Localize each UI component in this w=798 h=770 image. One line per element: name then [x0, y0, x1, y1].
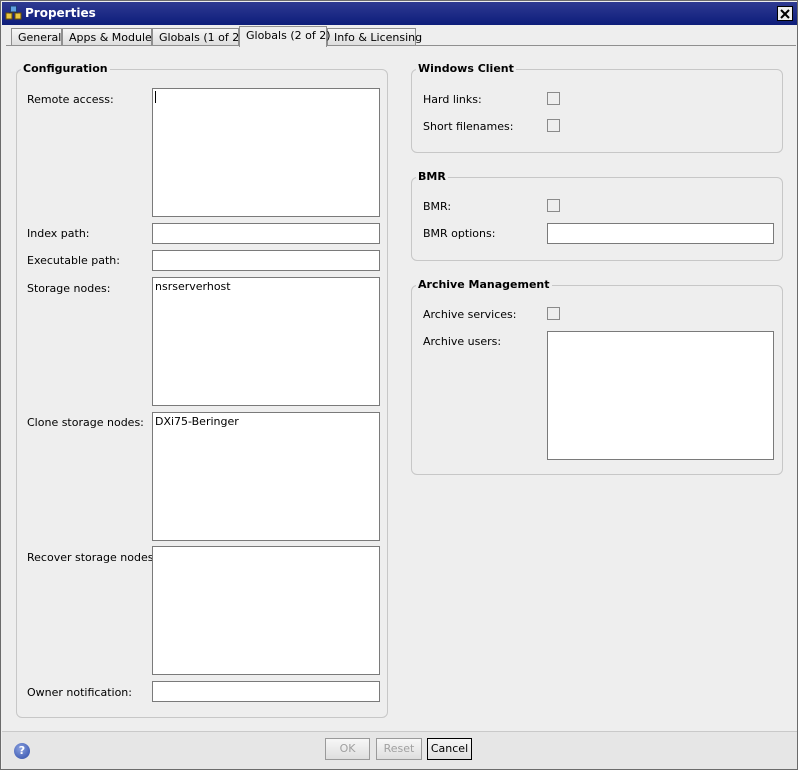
tab-label: Info & Licensing: [334, 31, 423, 44]
clone-storage-nodes-label: Clone storage nodes:: [27, 416, 144, 429]
recover-storage-nodes-label: Recover storage nodes:: [27, 551, 158, 564]
help-glyph: ?: [18, 744, 26, 757]
cancel-button-label: Cancel: [430, 742, 469, 755]
close-icon: [780, 8, 790, 19]
bmr-title: BMR: [416, 170, 448, 183]
window-title: Properties: [25, 6, 96, 20]
owner-notification-input[interactable]: [152, 681, 380, 702]
text-caret: [155, 91, 156, 103]
tab-globals-1-of-2[interactable]: Globals (1 of 2): [152, 28, 244, 46]
close-button[interactable]: [777, 6, 793, 21]
clone-storage-nodes-value: DXi75-Beringer: [155, 415, 239, 428]
hard-links-checkbox[interactable]: [547, 92, 560, 105]
bmr-options-label: BMR options:: [423, 227, 496, 240]
tab-content: Configuration Remote access: Index path:…: [2, 46, 797, 731]
index-path-label: Index path:: [27, 227, 90, 240]
archive-management-title: Archive Management: [416, 278, 552, 291]
owner-notification-label: Owner notification:: [27, 686, 132, 699]
windows-client-group: Windows Client: [411, 62, 783, 153]
short-filenames-checkbox[interactable]: [547, 119, 560, 132]
remote-access-label: Remote access:: [27, 93, 114, 106]
tab-label: Globals (2 of 2): [246, 29, 331, 42]
remote-access-textarea[interactable]: [152, 88, 380, 217]
bmr-group: BMR: [411, 170, 783, 261]
properties-window: Properties General Apps & Modules Global…: [0, 0, 798, 770]
cancel-button[interactable]: Cancel: [427, 738, 472, 760]
tab-label: Globals (1 of 2): [159, 31, 244, 44]
hard-links-label: Hard links:: [423, 93, 482, 106]
tab-info-licensing[interactable]: Info & Licensing: [327, 28, 422, 46]
tab-globals-2-of-2[interactable]: Globals (2 of 2): [239, 26, 331, 47]
clone-storage-nodes-textarea[interactable]: DXi75-Beringer: [152, 412, 380, 541]
help-icon[interactable]: ?: [14, 743, 30, 759]
properties-app-icon: [5, 5, 22, 22]
tab-label: Apps & Modules: [69, 31, 158, 44]
storage-nodes-textarea[interactable]: nsrserverhost: [152, 277, 380, 406]
recover-storage-nodes-textarea[interactable]: [152, 546, 380, 675]
executable-path-label: Executable path:: [27, 254, 120, 267]
dialog-footer: ? OK Reset Cancel: [2, 731, 797, 769]
executable-path-input[interactable]: [152, 250, 380, 271]
archive-users-textarea[interactable]: [547, 331, 774, 460]
archive-services-checkbox[interactable]: [547, 307, 560, 320]
title-bar[interactable]: Properties: [2, 2, 797, 25]
configuration-title: Configuration: [21, 62, 110, 75]
ok-button[interactable]: OK: [325, 738, 370, 760]
tab-label: General: [18, 31, 62, 44]
index-path-input[interactable]: [152, 223, 380, 244]
storage-nodes-value: nsrserverhost: [155, 280, 231, 293]
reset-button-label: Reset: [383, 742, 415, 755]
bmr-label: BMR:: [423, 200, 452, 213]
tab-apps-modules[interactable]: Apps & Modules: [62, 28, 158, 46]
windows-client-title: Windows Client: [416, 62, 516, 75]
archive-users-label: Archive users:: [423, 335, 502, 348]
short-filenames-label: Short filenames:: [423, 120, 514, 133]
tab-general[interactable]: General: [11, 28, 62, 46]
storage-nodes-label: Storage nodes:: [27, 282, 111, 295]
ok-button-label: OK: [339, 742, 356, 755]
bmr-options-input[interactable]: [547, 223, 774, 244]
bmr-checkbox[interactable]: [547, 199, 560, 212]
tab-bar: General Apps & Modules Globals (1 of 2) …: [2, 25, 797, 47]
reset-button[interactable]: Reset: [376, 738, 422, 760]
archive-services-label: Archive services:: [423, 308, 517, 321]
